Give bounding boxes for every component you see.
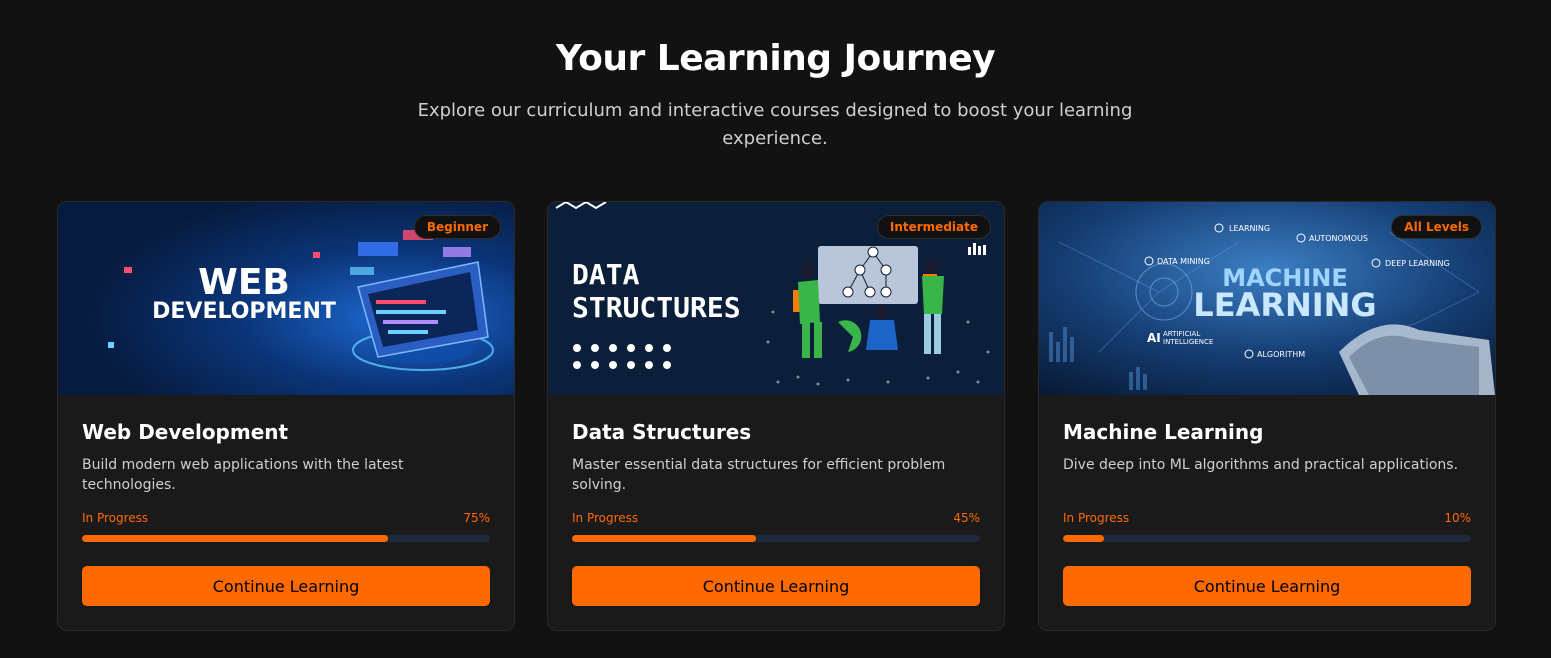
- course-card-machine-learning: MACHINE LEARNING LEARNING AUTONOMOUS DAT…: [1038, 201, 1496, 631]
- progress-fill: [572, 535, 756, 542]
- progress-percent: 10%: [1444, 511, 1471, 525]
- learning-journey-section: Your Learning Journey Explore our curric…: [0, 0, 1551, 658]
- ml-tag-ai: AI: [1147, 331, 1161, 345]
- course-image-web-development: WEB DEVELOPMENT Beginner: [58, 202, 514, 395]
- ds-title-line2: STRUCTURES: [572, 291, 741, 324]
- course-card-web-development: WEB DEVELOPMENT Beginner Web Development…: [57, 201, 515, 631]
- course-description: Master essential data structures for eff…: [572, 457, 946, 493]
- continue-learning-button[interactable]: Continue Learning: [572, 566, 980, 606]
- ml-tag-algorithm: ALGORITHM: [1257, 350, 1305, 359]
- progress-percent: 45%: [953, 511, 980, 525]
- ml-tag-intelligence: INTELLIGENCE: [1163, 338, 1213, 346]
- web-title-line2: DEVELOPMENT: [152, 299, 336, 324]
- progress-bar: [1063, 535, 1471, 542]
- ml-tag-learning: LEARNING: [1229, 224, 1270, 233]
- ml-tag-data-mining: DATA MINING: [1157, 257, 1210, 266]
- progress-bar: [572, 535, 980, 542]
- level-badge: Intermediate: [876, 215, 991, 239]
- course-description: Dive deep into ML algorithms and practic…: [1063, 457, 1459, 473]
- progress-status: In Progress: [82, 511, 149, 525]
- ml-tag-artificial: ARTIFICIAL: [1163, 330, 1200, 338]
- section-subtitle: Explore our curriculum and interactive c…: [417, 100, 1133, 149]
- progress-percent: 75%: [463, 511, 490, 525]
- ml-tag-autonomous: AUTONOMOUS: [1309, 234, 1368, 243]
- progress-fill: [82, 535, 388, 542]
- ml-tag-deep-learning: DEEP LEARNING: [1385, 259, 1450, 268]
- progress-status: In Progress: [1063, 511, 1130, 525]
- level-badge: Beginner: [413, 215, 501, 239]
- course-title: Machine Learning: [1063, 420, 1264, 444]
- course-description: Build modern web applications with the l…: [82, 457, 404, 493]
- ml-title-line2: LEARNING: [1193, 286, 1376, 324]
- continue-learning-button[interactable]: Continue Learning: [82, 566, 490, 606]
- progress-status: In Progress: [572, 511, 639, 525]
- progress-bar: [82, 535, 490, 542]
- course-card-data-structures: DATA STRUCTURES Intermediate Data Struct…: [547, 201, 1005, 631]
- ds-title-line1: DATA: [572, 258, 640, 291]
- continue-learning-button[interactable]: Continue Learning: [1063, 566, 1471, 606]
- course-image-machine-learning: MACHINE LEARNING LEARNING AUTONOMOUS DAT…: [1039, 202, 1495, 395]
- section-title: Your Learning Journey: [555, 38, 996, 79]
- course-title: Data Structures: [572, 420, 752, 444]
- web-title-line1: WEB: [198, 262, 290, 303]
- course-image-data-structures: DATA STRUCTURES Intermediate: [548, 202, 1004, 395]
- progress-fill: [1063, 535, 1104, 542]
- level-badge: All Levels: [1391, 215, 1482, 239]
- course-title: Web Development: [82, 420, 289, 444]
